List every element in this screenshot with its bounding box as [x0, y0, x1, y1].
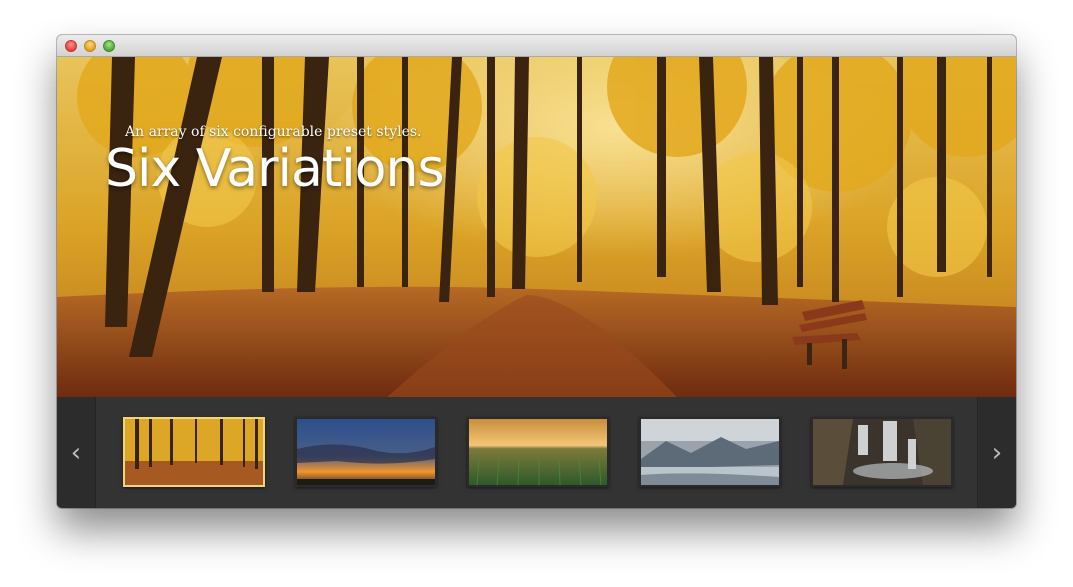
thumbnail-autumn-forest[interactable] — [123, 417, 265, 487]
previous-button[interactable]: ‹ — [57, 397, 96, 508]
sunset-thumbnail — [297, 419, 435, 485]
thumbnail-waterfall[interactable] — [811, 417, 953, 487]
waterfall-thumbnail — [813, 419, 951, 485]
chevron-right-icon: › — [991, 437, 1003, 468]
slide-title: Six Variations — [105, 139, 445, 199]
zoom-window-button[interactable] — [103, 40, 115, 52]
autumn-forest-scene — [57, 57, 1016, 397]
mountain-lake-thumbnail — [641, 419, 779, 485]
slide-image: An array of six configurable preset styl… — [57, 57, 1016, 397]
thumbnail-sunset[interactable] — [295, 417, 437, 487]
thumbnail-strip: ‹ › — [57, 397, 1016, 508]
field-thumbnail — [469, 419, 607, 485]
autumn-forest-thumbnail — [125, 419, 263, 485]
chevron-left-icon: ‹ — [70, 437, 82, 468]
title-bar — [57, 35, 1016, 57]
app-window: An array of six configurable preset styl… — [57, 35, 1016, 508]
minimize-window-button[interactable] — [84, 40, 96, 52]
thumbnail-mountain-lake[interactable] — [639, 417, 781, 487]
thumbnail-field[interactable] — [467, 417, 609, 487]
slide-subtitle: An array of six configurable preset styl… — [125, 124, 422, 140]
close-window-button[interactable] — [65, 40, 77, 52]
next-button[interactable]: › — [977, 397, 1016, 508]
